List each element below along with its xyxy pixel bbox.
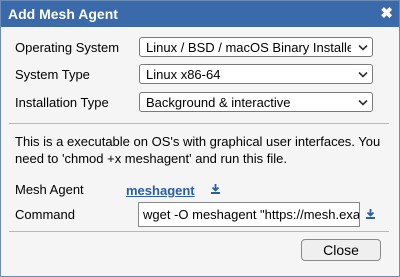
download-icon[interactable] [211,184,220,194]
divider [9,123,389,124]
footer-divider [9,231,389,232]
install-type-select-value: Background & interactive [146,95,291,110]
os-label: Operating System [15,40,120,55]
mesh-agent-label: Mesh Agent [15,182,84,197]
command-field-value: wget -O meshagent "https://mesh.example.… [143,207,360,222]
close-icon[interactable]: ✖ [380,4,393,22]
chevron-down-icon [358,99,368,106]
system-type-row: System Type Linux x86-64 [15,64,387,86]
system-type-select[interactable]: Linux x86-64 [139,64,373,84]
os-row: Operating System Linux / BSD / macOS Bin… [15,37,387,59]
install-type-select[interactable]: Background & interactive [139,92,373,112]
command-label: Command [15,207,75,222]
system-type-select-value: Linux x86-64 [146,67,221,82]
command-field[interactable]: wget -O meshagent "https://mesh.example.… [138,202,360,227]
os-select[interactable]: Linux / BSD / macOS Binary Installer [139,37,373,57]
description-text: This is a executable on OS's with graphi… [15,134,381,166]
dialog-title: Add Mesh Agent [8,6,118,22]
dialog-titlebar: Add Mesh Agent ✖ [1,1,399,27]
meshagent-download-link[interactable]: meshagent [126,183,195,198]
install-type-row: Installation Type Background & interacti… [15,92,387,114]
os-select-value: Linux / BSD / macOS Binary Installer [146,40,351,55]
add-mesh-agent-dialog: Add Mesh Agent ✖ Operating System Linux … [0,0,400,277]
chevron-down-icon [358,71,368,78]
install-type-label: Installation Type [15,95,109,110]
close-button[interactable]: Close [301,239,381,261]
system-type-label: System Type [15,67,90,82]
chevron-down-icon [358,44,368,51]
download-icon[interactable] [366,209,375,219]
